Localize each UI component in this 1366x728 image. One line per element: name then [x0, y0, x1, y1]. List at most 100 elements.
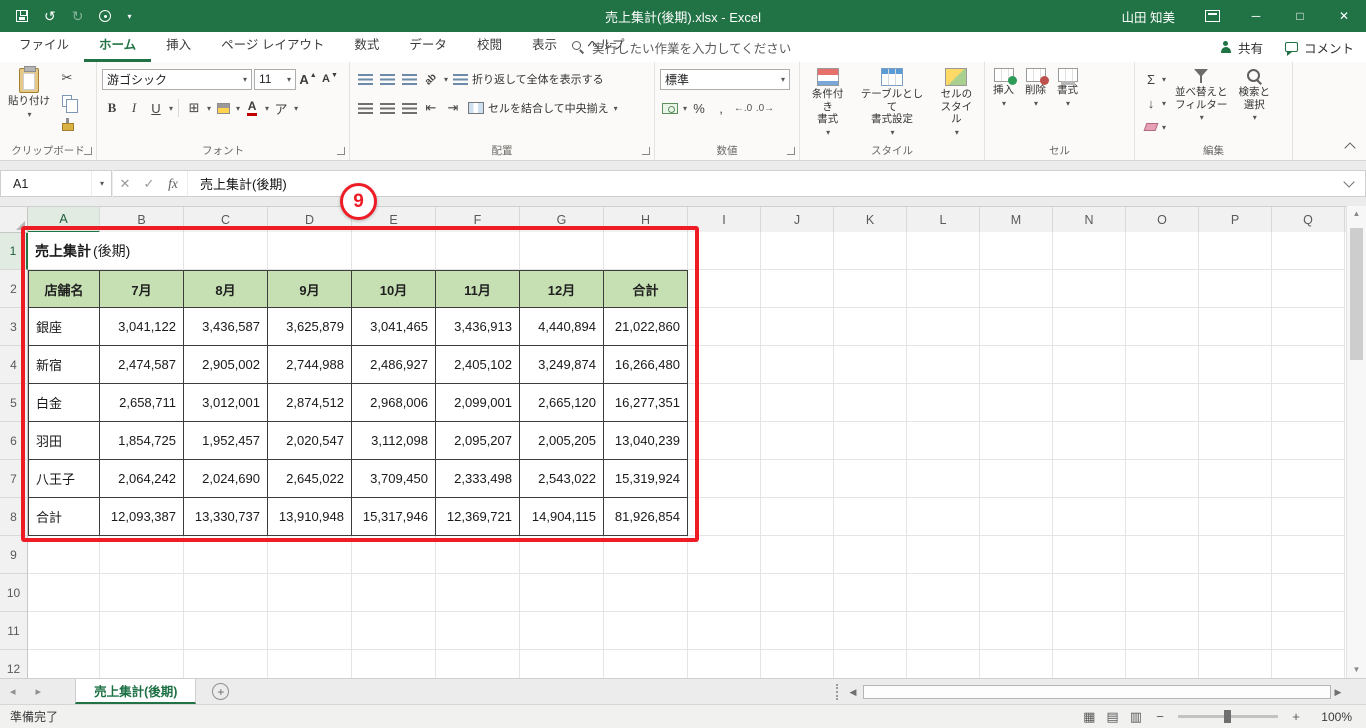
- underline-dropdown-icon[interactable]: ▾: [169, 104, 173, 113]
- tell-me-search[interactable]: 実行したい作業を入力してください: [572, 32, 791, 62]
- cell-B6[interactable]: 1,854,725: [100, 422, 184, 460]
- cell-L3[interactable]: [907, 308, 980, 346]
- name-box[interactable]: A1 ▾: [0, 170, 112, 197]
- phonetic-guide-button[interactable]: ア: [271, 98, 291, 118]
- cell-Q4[interactable]: [1272, 346, 1345, 384]
- cell-J4[interactable]: [761, 346, 834, 384]
- cell-G9[interactable]: [520, 536, 604, 574]
- ribbon-display-options-icon[interactable]: [1205, 10, 1220, 22]
- cell-A5[interactable]: 白金: [28, 384, 100, 422]
- cell-F10[interactable]: [436, 574, 520, 612]
- cell-E5[interactable]: 2,968,006: [352, 384, 436, 422]
- page-layout-view-button[interactable]: ▤: [1106, 709, 1118, 725]
- ribbon-tab-file[interactable]: ファイル: [4, 32, 84, 62]
- format-cells-button[interactable]: 書式 ▾: [1053, 66, 1082, 110]
- cell-J3[interactable]: [761, 308, 834, 346]
- cell-I9[interactable]: [688, 536, 761, 574]
- cell-N4[interactable]: [1053, 346, 1126, 384]
- cell-N1[interactable]: [1053, 232, 1126, 270]
- cell-G6[interactable]: 2,005,205: [520, 422, 604, 460]
- cell-E10[interactable]: [352, 574, 436, 612]
- cell-N3[interactable]: [1053, 308, 1126, 346]
- row-header-10[interactable]: 10: [0, 574, 28, 612]
- column-header-N[interactable]: N: [1053, 207, 1126, 233]
- cell-N5[interactable]: [1053, 384, 1126, 422]
- cell-P1[interactable]: [1199, 232, 1272, 270]
- cell-P11[interactable]: [1199, 612, 1272, 650]
- align-center-button[interactable]: [377, 98, 397, 118]
- cut-button[interactable]: ✂: [57, 68, 77, 88]
- cell-L9[interactable]: [907, 536, 980, 574]
- row-header-9[interactable]: 9: [0, 536, 28, 574]
- cell-B9[interactable]: [100, 536, 184, 574]
- cell-O11[interactable]: [1126, 612, 1199, 650]
- font-name-select[interactable]: 游ゴシック ▾: [102, 68, 252, 90]
- copy-button[interactable]: [57, 91, 78, 113]
- cell-N12[interactable]: [1053, 650, 1126, 678]
- cell-K12[interactable]: [834, 650, 907, 678]
- column-header-F[interactable]: F: [436, 207, 520, 233]
- cell-K1[interactable]: [834, 232, 907, 270]
- cell-D6[interactable]: 2,020,547: [268, 422, 352, 460]
- name-box-dropdown-icon[interactable]: ▾: [100, 179, 104, 188]
- normal-view-button[interactable]: ▦: [1083, 709, 1095, 725]
- cell-Q2[interactable]: [1272, 270, 1345, 308]
- cell-A4[interactable]: 新宿: [28, 346, 100, 384]
- cell-C10[interactable]: [184, 574, 268, 612]
- cell-G8[interactable]: 14,904,115: [520, 498, 604, 536]
- zoom-slider-thumb[interactable]: [1224, 710, 1231, 723]
- horizontal-scroll-thumb[interactable]: [863, 684, 1331, 699]
- cell-C5[interactable]: 3,012,001: [184, 384, 268, 422]
- align-left-button[interactable]: [355, 98, 375, 118]
- cell-F4[interactable]: 2,405,102: [436, 346, 520, 384]
- cell-D3[interactable]: 3,625,879: [268, 308, 352, 346]
- cell-C6[interactable]: 1,952,457: [184, 422, 268, 460]
- cell-E9[interactable]: [352, 536, 436, 574]
- cell-Q10[interactable]: [1272, 574, 1345, 612]
- cell-O9[interactable]: [1126, 536, 1199, 574]
- cell-P3[interactable]: [1199, 308, 1272, 346]
- new-sheet-button[interactable]: +: [212, 683, 230, 700]
- minimize-button[interactable]: ─: [1234, 0, 1278, 32]
- cell-H7[interactable]: 15,319,924: [604, 460, 688, 498]
- cell-O2[interactable]: [1126, 270, 1199, 308]
- cell-J8[interactable]: [761, 498, 834, 536]
- fill-color-dropdown-icon[interactable]: ▾: [236, 104, 240, 113]
- ribbon-tab-home[interactable]: ホーム: [84, 32, 152, 62]
- cell-P7[interactable]: [1199, 460, 1272, 498]
- cell-B10[interactable]: [100, 574, 184, 612]
- cell-D8[interactable]: 13,910,948: [268, 498, 352, 536]
- cell-F7[interactable]: 2,333,498: [436, 460, 520, 498]
- cell-I8[interactable]: [688, 498, 761, 536]
- cell-I4[interactable]: [688, 346, 761, 384]
- cell-C4[interactable]: 2,905,002: [184, 346, 268, 384]
- fill-dropdown-icon[interactable]: ▾: [1162, 99, 1166, 108]
- cell-P8[interactable]: [1199, 498, 1272, 536]
- cell-F6[interactable]: 2,095,207: [436, 422, 520, 460]
- cell-C2[interactable]: 8月: [184, 270, 268, 308]
- cell-J5[interactable]: [761, 384, 834, 422]
- cell-F8[interactable]: 12,369,721: [436, 498, 520, 536]
- vertical-scrollbar[interactable]: ▲ ▼: [1346, 206, 1366, 678]
- cell-K5[interactable]: [834, 384, 907, 422]
- cell-J10[interactable]: [761, 574, 834, 612]
- align-bottom-button[interactable]: [399, 69, 419, 89]
- cell-A3[interactable]: 銀座: [28, 308, 100, 346]
- column-header-O[interactable]: O: [1126, 207, 1199, 233]
- alignment-dialog-launcher[interactable]: [642, 147, 650, 155]
- cell-O6[interactable]: [1126, 422, 1199, 460]
- cell-I7[interactable]: [688, 460, 761, 498]
- maximize-button[interactable]: □: [1278, 0, 1322, 32]
- insert-function-icon[interactable]: fx: [161, 176, 185, 192]
- cell-M8[interactable]: [980, 498, 1053, 536]
- decrease-indent-button[interactable]: ⇤: [421, 98, 441, 118]
- insert-cells-button[interactable]: 挿入 ▾: [989, 66, 1018, 110]
- row-header-12[interactable]: 12: [0, 650, 28, 678]
- cell-E1[interactable]: [352, 232, 436, 270]
- cell-L7[interactable]: [907, 460, 980, 498]
- horizontal-scrollbar[interactable]: ◀ ▶: [836, 679, 1346, 704]
- share-button[interactable]: 共有: [1220, 38, 1263, 57]
- cell-K3[interactable]: [834, 308, 907, 346]
- cell-G12[interactable]: [520, 650, 604, 678]
- phonetic-dropdown-icon[interactable]: ▾: [294, 104, 298, 113]
